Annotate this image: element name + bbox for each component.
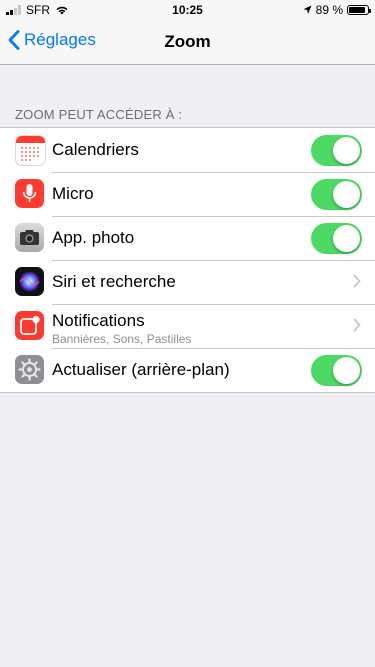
page-title: Zoom — [164, 32, 211, 51]
row-label: Micro — [52, 184, 94, 203]
row-calendars[interactable]: Calendriers — [0, 128, 375, 172]
camera-toggle[interactable] — [311, 223, 362, 254]
camera-icon — [15, 223, 44, 252]
row-microphone[interactable]: Micro — [0, 172, 375, 216]
chevron-right-icon — [353, 318, 361, 332]
row-label: Actualiser (arrière-plan) — [52, 360, 230, 379]
row-label: Calendriers — [52, 140, 139, 159]
row-notifications[interactable]: Notifications Bannières, Sons, Pastilles — [0, 304, 375, 348]
row-label: App. photo — [52, 228, 135, 247]
battery-icon — [347, 5, 371, 15]
calendar-icon — [15, 135, 46, 166]
battery-fill — [349, 7, 366, 13]
section-header: ZOOM PEUT ACCÉDER À : — [15, 107, 183, 122]
navigation-bar: Réglages Zoom — [0, 20, 375, 65]
notifications-icon — [15, 311, 44, 340]
battery-percent: 89 % — [315, 3, 343, 17]
status-right: 89 % — [303, 3, 371, 17]
chevron-right-icon — [353, 274, 361, 288]
row-siri[interactable]: Siri et recherche — [0, 260, 375, 304]
permissions-list: Calendriers Micro App. photo Siri et rec… — [0, 127, 375, 393]
microphone-toggle[interactable] — [311, 179, 362, 210]
calendars-toggle[interactable] — [311, 135, 362, 166]
row-camera[interactable]: App. photo — [0, 216, 375, 260]
location-arrow-icon — [303, 5, 312, 14]
row-background-refresh[interactable]: Actualiser (arrière-plan) — [0, 348, 375, 392]
status-bar: SFR 10:25 89 % — [0, 0, 375, 20]
background-refresh-toggle[interactable] — [311, 355, 362, 386]
siri-icon — [15, 267, 44, 296]
microphone-icon — [15, 179, 44, 208]
row-label: Notifications — [52, 311, 145, 330]
gear-icon — [15, 355, 44, 384]
row-sublabel: Bannières, Sons, Pastilles — [52, 332, 192, 346]
screen: SFR 10:25 89 % Réglages Zoom ZOOM PEUT A… — [0, 0, 375, 667]
row-label: Siri et recherche — [52, 272, 176, 291]
